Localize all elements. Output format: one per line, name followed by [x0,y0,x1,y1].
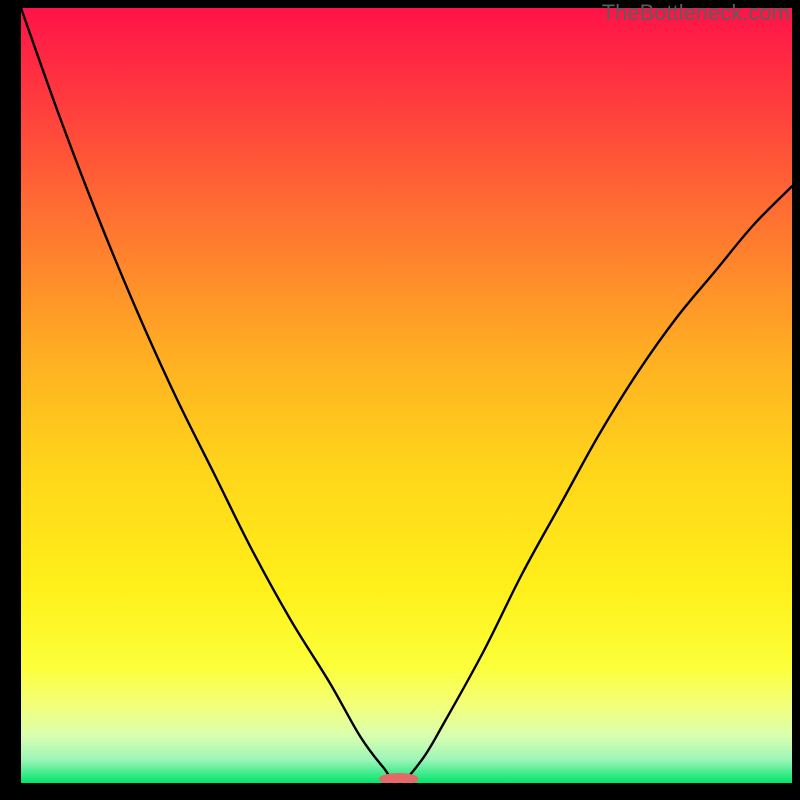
plot-area [21,8,792,783]
chart-frame: TheBottleneck.com [0,0,800,800]
chart-svg [21,8,792,783]
gradient-background [21,8,792,783]
watermark-text: TheBottleneck.com [602,0,790,26]
